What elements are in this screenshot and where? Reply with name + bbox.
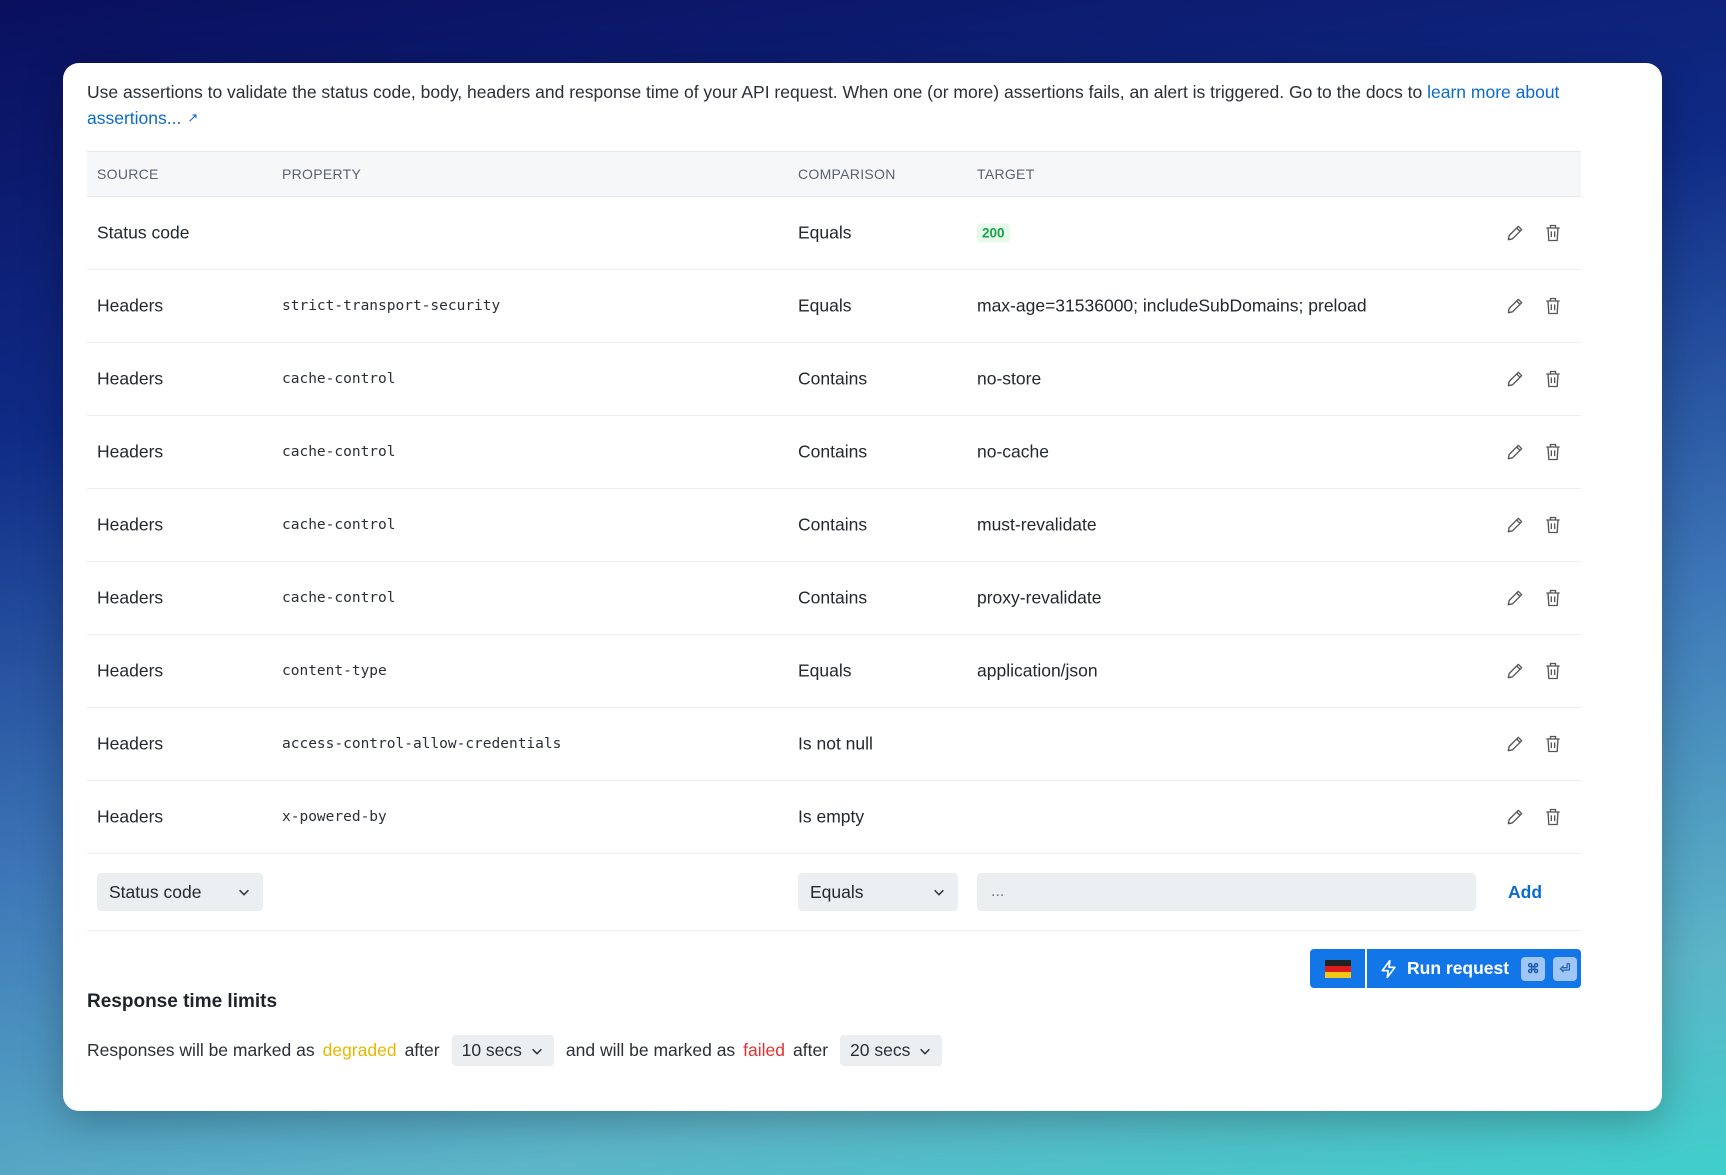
property-cell: cache-control (282, 517, 396, 533)
chevron-down-icon (934, 889, 944, 896)
source-cell: Headers (97, 733, 164, 754)
property-cell: cache-control (282, 444, 396, 460)
intro-text: Use assertions to validate the status co… (87, 82, 1560, 128)
edit-icon[interactable] (1505, 223, 1525, 243)
header-target: TARGET (977, 166, 1035, 182)
header-property: PROPERTY (282, 166, 362, 182)
source-cell: Status code (97, 222, 190, 243)
table-row: Headers strict-transport-security Equals… (87, 270, 1581, 343)
edit-icon[interactable] (1505, 442, 1525, 462)
table-row: Headers content-type Equals application/… (87, 635, 1581, 708)
source-select[interactable]: Status code (97, 873, 263, 911)
edit-icon[interactable] (1505, 296, 1525, 316)
cmd-key-icon: ⌘ (1521, 956, 1546, 981)
table-row: Headers x-powered-by Is empty (87, 781, 1581, 854)
comparison-cell: Equals (798, 660, 852, 681)
target-cell: no-cache (977, 441, 1049, 462)
trash-icon[interactable] (1543, 734, 1563, 754)
trash-icon[interactable] (1543, 661, 1563, 681)
table-row: Headers cache-control Contains must-reva… (87, 489, 1581, 562)
source-cell: Headers (97, 587, 164, 608)
target-cell: must-revalidate (977, 514, 1097, 535)
source-cell: Headers (97, 806, 164, 827)
trash-icon[interactable] (1543, 515, 1563, 535)
target-cell: application/json (977, 660, 1098, 681)
property-cell: strict-transport-security (282, 298, 501, 314)
target-cell: proxy-revalidate (977, 587, 1102, 608)
comparison-cell: Equals (798, 295, 852, 316)
degraded-label: degraded (322, 1040, 397, 1060)
source-cell: Headers (97, 441, 164, 462)
table-row: Headers cache-control Contains no-cache (87, 416, 1581, 489)
comparison-cell: Contains (798, 441, 868, 462)
table-row: Headers cache-control Contains no-store (87, 343, 1581, 416)
source-cell: Headers (97, 660, 164, 681)
trash-icon[interactable] (1543, 296, 1563, 316)
trash-icon[interactable] (1543, 807, 1563, 827)
assertions-table: SOURCE PROPERTY COMPARISON TARGET Status… (87, 151, 1581, 931)
comparison-cell: Equals (798, 222, 852, 243)
header-comparison: COMPARISON (798, 166, 896, 182)
edit-icon[interactable] (1505, 369, 1525, 389)
chevron-down-icon (531, 1048, 542, 1055)
target-cell: 200 (977, 223, 1010, 243)
response-time-title: Response time limits (87, 991, 278, 1012)
comparison-cell: Contains (798, 368, 868, 389)
edit-icon[interactable] (1505, 807, 1525, 827)
chevron-down-icon (239, 889, 249, 896)
table-row: Headers access-control-allow-credentials… (87, 708, 1581, 781)
source-cell: Headers (97, 368, 164, 389)
german-flag-icon (1324, 959, 1351, 978)
add-assertion-row: Status code Equals Add (87, 854, 1581, 931)
target-input[interactable] (977, 873, 1476, 911)
edit-icon[interactable] (1505, 588, 1525, 608)
source-cell: Headers (97, 295, 164, 316)
comparison-cell: Is empty (798, 806, 865, 827)
failed-time-select[interactable]: 20 secs (840, 1035, 943, 1066)
response-time-sentence: Responses will be marked as degraded aft… (87, 1035, 946, 1066)
trash-icon[interactable] (1543, 442, 1563, 462)
trash-icon[interactable] (1543, 223, 1563, 243)
table-row: Status code Equals 200 (87, 197, 1581, 270)
enter-key-icon: ⏎ (1553, 956, 1578, 981)
property-cell: access-control-allow-credentials (282, 736, 562, 752)
edit-icon[interactable] (1505, 515, 1525, 535)
lightning-icon (1381, 959, 1396, 978)
table-header: SOURCE PROPERTY COMPARISON TARGET (87, 151, 1581, 197)
property-cell: cache-control (282, 371, 396, 387)
edit-icon[interactable] (1505, 734, 1525, 754)
source-cell: Headers (97, 514, 164, 535)
add-button[interactable]: Add (1508, 882, 1542, 903)
target-cell: max-age=31536000; includeSubDomains; pre… (977, 295, 1367, 316)
chevron-down-icon (920, 1048, 931, 1055)
comparison-cell: Contains (798, 587, 868, 608)
run-request-button[interactable]: Run request ⌘ ⏎ (1367, 949, 1581, 988)
region-selector-button[interactable] (1310, 949, 1367, 988)
property-cell: cache-control (282, 590, 396, 606)
property-cell: content-type (282, 663, 387, 679)
table-row: Headers cache-control Contains proxy-rev… (87, 562, 1581, 635)
failed-label: failed (743, 1040, 786, 1060)
degraded-time-select[interactable]: 10 secs (451, 1035, 554, 1066)
comparison-select[interactable]: Equals (798, 873, 958, 911)
header-source: SOURCE (97, 166, 159, 182)
property-cell: x-powered-by (282, 809, 387, 825)
comparison-cell: Is not null (798, 733, 873, 754)
edit-icon[interactable] (1505, 661, 1525, 681)
target-cell: no-store (977, 368, 1042, 389)
comparison-cell: Contains (798, 514, 868, 535)
trash-icon[interactable] (1543, 588, 1563, 608)
external-link-icon: ↗ (187, 110, 199, 125)
trash-icon[interactable] (1543, 369, 1563, 389)
run-request-button-group: Run request ⌘ ⏎ (1310, 949, 1581, 988)
assertions-card: Use assertions to validate the status co… (63, 63, 1662, 1111)
